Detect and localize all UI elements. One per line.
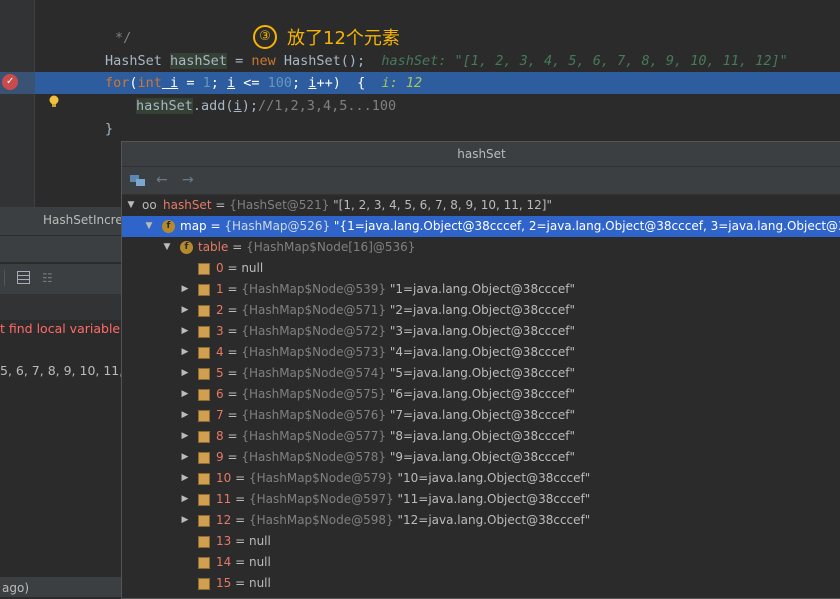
watch-glasses-icon: oo [142, 198, 157, 212]
array-element-icon [198, 263, 210, 275]
expand-arrow-icon[interactable]: ▶ [179, 300, 191, 321]
array-element-icon [198, 557, 210, 569]
layout-icon[interactable]: ☷ [42, 271, 53, 285]
annotation-callout: ③ 放了12个元素 [253, 24, 400, 54]
array-element-icon [198, 494, 210, 506]
array-element-icon [198, 452, 210, 464]
expand-arrow-icon[interactable]: ▶ [179, 426, 191, 447]
code-line-3: hashSet.add(i);//1,2,3,4,5...100 [136, 98, 397, 114]
popup-title[interactable]: hashSet [122, 142, 840, 167]
table-row[interactable]: ▶ 10 = {HashMap$Node@579} "10=java.lang.O… [122, 468, 840, 489]
expand-arrow-icon[interactable]: ▶ [179, 489, 191, 510]
expand-arrow-icon[interactable]: ▶ [179, 510, 191, 531]
table-row[interactable]: ▶ 11 = {HashMap$Node@597} "11=java.lang.O… [122, 489, 840, 510]
table-row[interactable]: 0 = null [122, 258, 840, 279]
table-view-icon[interactable] [17, 271, 30, 284]
expand-arrow-icon[interactable]: ▶ [179, 384, 191, 405]
expand-arrow-icon[interactable]: ▶ [179, 447, 191, 468]
inline-value-i: i: 12 [381, 75, 423, 91]
forward-arrow-icon[interactable]: → [182, 172, 194, 188]
collapse-arrow-icon[interactable]: ▼ [143, 216, 155, 237]
tree-row-hashset[interactable]: ▼ oo hashSet = {HashSet@521} "[1, 2, 3, … [122, 195, 840, 216]
variables-toolbar: ☷ [0, 263, 122, 294]
code-line-2: for(int i = 1; i <= 100; i++) { i: 12 [105, 75, 423, 91]
array-element-icon [198, 515, 210, 527]
array-element-icon [198, 326, 210, 338]
status-text: ago) [2, 581, 29, 595]
folder-tree-icon[interactable] [130, 173, 146, 191]
table-row[interactable]: ▶ 9 = {HashMap$Node@578} "9=java.lang.Obj… [122, 447, 840, 468]
array-element-icon [198, 347, 210, 359]
expand-arrow-icon[interactable]: ▶ [179, 363, 191, 384]
table-row[interactable]: 14 = null [122, 552, 840, 573]
table-row[interactable]: ▶ 6 = {HashMap$Node@575} "6=java.lang.Obj… [122, 384, 840, 405]
expand-arrow-icon[interactable]: ▶ [179, 405, 191, 426]
inline-value-hashset: hashSet: "[1, 2, 3, 4, 5, 6, 7, 8, 9, 10… [381, 53, 788, 69]
array-element-icon [198, 410, 210, 422]
table-row[interactable]: ▶ 5 = {HashMap$Node@574} "5=java.lang.Obj… [122, 363, 840, 384]
code-line-4: } [105, 121, 114, 137]
array-element-icon [198, 284, 210, 296]
code-comment-end: */ [115, 30, 132, 46]
lightbulb-icon[interactable] [48, 95, 60, 109]
collapse-arrow-icon[interactable]: ▼ [125, 195, 137, 216]
code-line-1: HashSet hashSet = new HashSet(); hashSet… [105, 53, 788, 69]
error-message: t find local variable 's [0, 321, 135, 336]
debug-toolbar [0, 236, 122, 262]
table-row[interactable]: ▶ 12 = {HashMap$Node@598} "12=java.lang.O… [122, 510, 840, 531]
debug-panel: HashSetIncre ☷ t find local variable 's … [0, 207, 143, 597]
array-element-icon [198, 368, 210, 380]
table-row[interactable]: ▶ 8 = {HashMap$Node@577} "8=java.lang.Obj… [122, 426, 840, 447]
popup-toolbar: ← → [122, 167, 840, 195]
debug-tab-bar: HashSetIncre [0, 207, 123, 236]
breakpoint-check-icon: ✓ [6, 76, 15, 87]
table-row[interactable]: ▶ 4 = {HashMap$Node@573} "4=java.lang.Obj… [122, 342, 840, 363]
table-row[interactable]: ▶ 2 = {HashMap$Node@571} "2=java.lang.Obj… [122, 300, 840, 321]
field-icon: f [162, 220, 175, 233]
expand-arrow-icon[interactable]: ▶ [179, 468, 191, 489]
table-row[interactable]: ▶ 1 = {HashMap$Node@539} "1=java.lang.Obj… [122, 279, 840, 300]
array-element-icon [198, 536, 210, 548]
table-row[interactable]: 13 = null [122, 531, 840, 552]
field-icon: f [180, 241, 193, 254]
collapse-arrow-icon[interactable]: ▼ [161, 237, 173, 258]
array-element-icon [198, 473, 210, 485]
tab-hashset-increment[interactable]: HashSetIncre [43, 213, 123, 227]
expand-arrow-icon[interactable]: ▶ [179, 279, 191, 300]
tree-row-table[interactable]: ▼ f table = {HashMap$Node[16]@536} [122, 237, 840, 258]
array-element-icon [198, 305, 210, 317]
table-row[interactable]: ▶ 7 = {HashMap$Node@576} "7=java.lang.Obj… [122, 405, 840, 426]
expand-arrow-icon[interactable]: ▶ [179, 342, 191, 363]
table-row[interactable]: ▶ 3 = {HashMap$Node@572} "3=java.lang.Obj… [122, 321, 840, 342]
table-row[interactable]: 15 = null [122, 573, 840, 594]
editor-gutter [0, 0, 35, 207]
variable-inspect-popup[interactable]: hashSet ← → ▼ oo hashSet = {HashSet@521}… [121, 141, 840, 599]
array-element-icon [198, 431, 210, 443]
array-element-icon [198, 578, 210, 590]
variable-tree: ▼ oo hashSet = {HashSet@521} "[1, 2, 3, … [122, 195, 840, 598]
array-element-icon [198, 389, 210, 401]
tree-row-map[interactable]: ▼ f map = {HashMap@526} "{1=java.lang.Ob… [122, 216, 840, 237]
back-arrow-icon[interactable]: ← [156, 172, 168, 188]
variables-header [0, 294, 122, 320]
expand-arrow-icon[interactable]: ▶ [179, 321, 191, 342]
